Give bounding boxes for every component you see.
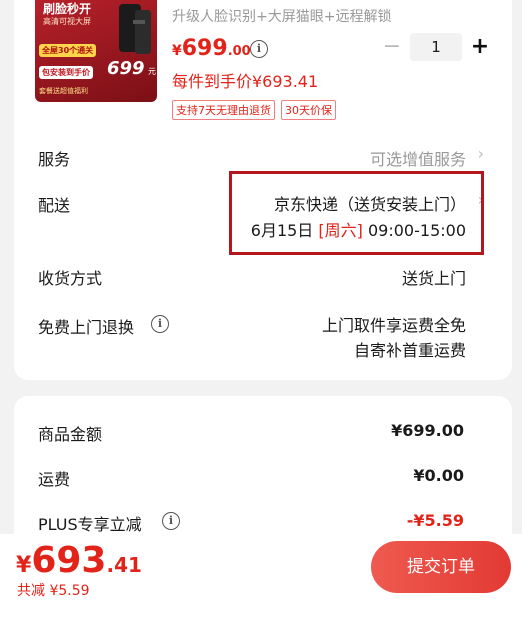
service-label: 服务: [38, 150, 71, 169]
product-image-headline: 刷脸秒开: [43, 2, 92, 16]
increase-button[interactable]: +: [466, 33, 494, 61]
price-symbol: ¥: [172, 43, 182, 59]
plus-discount-value: -¥5.59: [406, 511, 464, 530]
shipping-label: 运费: [38, 470, 71, 489]
info-icon[interactable]: i: [250, 40, 268, 58]
total-saved: 共减 ¥5.59: [17, 583, 90, 599]
info-icon[interactable]: i: [151, 315, 169, 333]
service-tags: 支持7天无理由退货 30天价保: [172, 100, 336, 120]
price-protect-tag: 30天价保: [281, 100, 336, 120]
product-image-badge: 全屋30个通关: [39, 44, 97, 57]
info-icon[interactable]: i: [162, 512, 180, 530]
receive-method-label: 收货方式: [38, 269, 103, 288]
each-price: 每件到手价¥693.41: [172, 72, 319, 91]
goods-amount-label: 商品金额: [38, 425, 103, 444]
product-image-sub: 高清可视大屏: [43, 17, 91, 26]
product-image-badge: 包安装到手价: [39, 66, 93, 79]
return-policy-tag: 支持7天无理由退货: [172, 100, 275, 120]
product-price: ¥699.00: [172, 36, 251, 61]
total-integer: 693: [31, 540, 107, 581]
delivery-highlight-box: [229, 171, 484, 255]
receive-method-value[interactable]: 送货上门: [402, 265, 466, 289]
lock-graphic-2: [135, 10, 151, 54]
quantity-stepper: − 1 +: [378, 33, 494, 61]
lock-handle-graphic: [133, 20, 145, 24]
service-value[interactable]: 可选增值服务: [370, 146, 466, 170]
submit-order-button[interactable]: 提交订单: [371, 541, 511, 593]
total-symbol: ¥: [16, 553, 32, 578]
price-decimal: .00: [227, 44, 251, 59]
free-return-line2: 自寄补首重运费: [353, 341, 466, 360]
free-return-label: 免费上门退换: [38, 318, 135, 337]
product-image-price-unit: 元: [148, 67, 156, 76]
price-integer: 699: [181, 36, 228, 61]
product-spec: 升级人脸识别+大屏猫眼+远程解锁: [172, 9, 392, 25]
decrease-button[interactable]: −: [378, 33, 406, 61]
plus-discount-label: PLUS专享立减: [38, 515, 142, 534]
total-decimal: .41: [106, 553, 142, 577]
product-image-badge: 套餐送超值福利: [39, 87, 88, 95]
goods-amount-value: ¥699.00: [391, 421, 464, 440]
shipping-value: ¥0.00: [413, 466, 464, 485]
chevron-right-icon[interactable]: ›: [478, 144, 484, 163]
free-return-line1: 上门取件享运费全免: [321, 316, 466, 335]
checkout-bar: ¥693.41 共减 ¥5.59 提交订单: [0, 534, 522, 621]
delivery-label: 配送: [38, 196, 71, 215]
total-price: ¥693.41: [16, 540, 142, 581]
product-image-price: 699: [107, 58, 145, 79]
product-image[interactable]: 刷脸秒开 高清可视大屏 全屋30个通关 包安装到手价 699 元 套餐送超值福利: [35, 0, 157, 102]
quantity-input[interactable]: 1: [410, 33, 462, 61]
